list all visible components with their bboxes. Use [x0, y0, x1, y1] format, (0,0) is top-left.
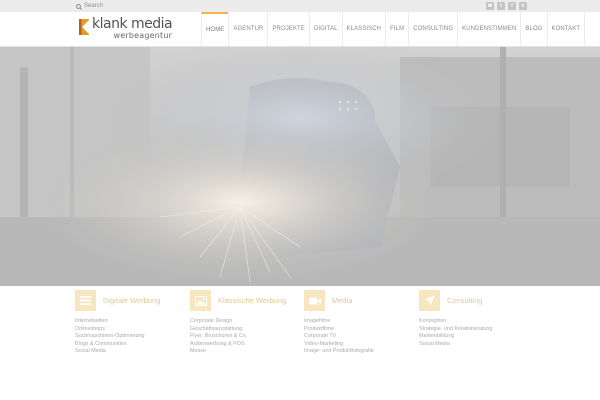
list-icon[interactable] — [75, 290, 96, 311]
list-item[interactable]: Konzeption — [419, 318, 529, 326]
video-camera-icon[interactable] — [304, 290, 325, 311]
list-item[interactable]: Markenbildung — [419, 333, 529, 341]
logo-name: klank media — [92, 16, 173, 32]
image-icon[interactable] — [190, 290, 211, 311]
location-arrow-icon[interactable] — [419, 290, 440, 311]
service-column-klassisch: Klassische Werbung Corporate Design Gesc… — [190, 290, 300, 356]
hero-welding-photo — [0, 47, 600, 286]
nav-item-klassisch[interactable]: KLASSISCH — [341, 12, 386, 46]
list-item[interactable]: Außenwerbung & POS — [190, 341, 300, 349]
service-column-consulting: Consulting Konzeption Strategie- und Kre… — [419, 290, 529, 348]
hero-image — [0, 47, 600, 286]
nav-item-consulting[interactable]: CONSULTING — [408, 12, 457, 46]
social-links: ✉ t f x — [486, 2, 527, 10]
main-nav: HOME AGENTUR PROJEKTE DIGITAL KLASSISCH … — [201, 12, 586, 46]
list-item[interactable]: Strategie- und Kreativberatung — [419, 326, 529, 334]
service-column-media: Media Imagefilme Produktfilme Corporate … — [304, 290, 414, 356]
services-section: Digitale Werbung Internetseiten Onlinesh… — [0, 286, 600, 400]
list-item[interactable]: Messe — [190, 348, 300, 356]
nav-item-blog[interactable]: BLOG — [520, 12, 546, 46]
twitter-icon[interactable]: t — [497, 2, 505, 10]
list-item[interactable]: Blogs & Communities — [75, 341, 185, 349]
mail-icon[interactable]: ✉ — [486, 2, 494, 10]
list-item[interactable]: Image- und Produktfotografie — [304, 348, 414, 356]
list-item[interactable]: Video-Marketing — [304, 341, 414, 349]
nav-item-projekte[interactable]: PROJEKTE — [267, 12, 308, 46]
service-title[interactable]: Klassische Werbung — [218, 296, 286, 305]
nav-item-home[interactable]: HOME — [201, 12, 229, 46]
service-title[interactable]: Media — [332, 296, 352, 305]
site-header: klank media werbeagentur HOME AGENTUR PR… — [0, 12, 600, 47]
logo-tagline: werbeagentur — [113, 31, 173, 40]
search-field[interactable]: Search — [76, 1, 103, 11]
list-item[interactable]: Imagefilme — [304, 318, 414, 326]
list-item[interactable]: Produktfilme — [304, 326, 414, 334]
list-item[interactable]: Onlineshops — [75, 326, 185, 334]
list-item[interactable]: Social Media — [419, 341, 529, 349]
facebook-icon[interactable]: f — [508, 2, 516, 10]
logo[interactable]: klank media werbeagentur — [79, 16, 173, 43]
nav-item-agentur[interactable]: AGENTUR — [228, 12, 267, 46]
service-title[interactable]: Consulting — [447, 296, 482, 305]
service-column-digital: Digitale Werbung Internetseiten Onlinesh… — [75, 290, 185, 356]
xing-icon[interactable]: x — [519, 2, 527, 10]
search-icon — [76, 3, 81, 9]
top-bar: Search ✉ t f x — [0, 0, 600, 12]
list-item[interactable]: Social Media — [75, 348, 185, 356]
nav-item-digital[interactable]: DIGITAL — [308, 12, 342, 46]
logo-k-icon — [79, 19, 89, 35]
nav-item-kontakt[interactable]: KONTAKT — [546, 12, 586, 46]
list-item[interactable]: Corporate Design — [190, 318, 300, 326]
list-item[interactable]: Flyer, Broschüren & Co. — [190, 333, 300, 341]
service-title[interactable]: Digitale Werbung — [103, 296, 160, 305]
search-label: Search — [84, 3, 104, 9]
nav-item-kundenstimmen[interactable]: KUNDENSTIMMEN — [457, 12, 520, 46]
list-item[interactable]: Suchmaschinen-Optimierung — [75, 333, 185, 341]
nav-item-film[interactable]: FILM — [385, 12, 408, 46]
list-item[interactable]: Geschäftsausstattung — [190, 326, 300, 334]
list-item[interactable]: Corporate TV — [304, 333, 414, 341]
list-item[interactable]: Internetseiten — [75, 318, 185, 326]
